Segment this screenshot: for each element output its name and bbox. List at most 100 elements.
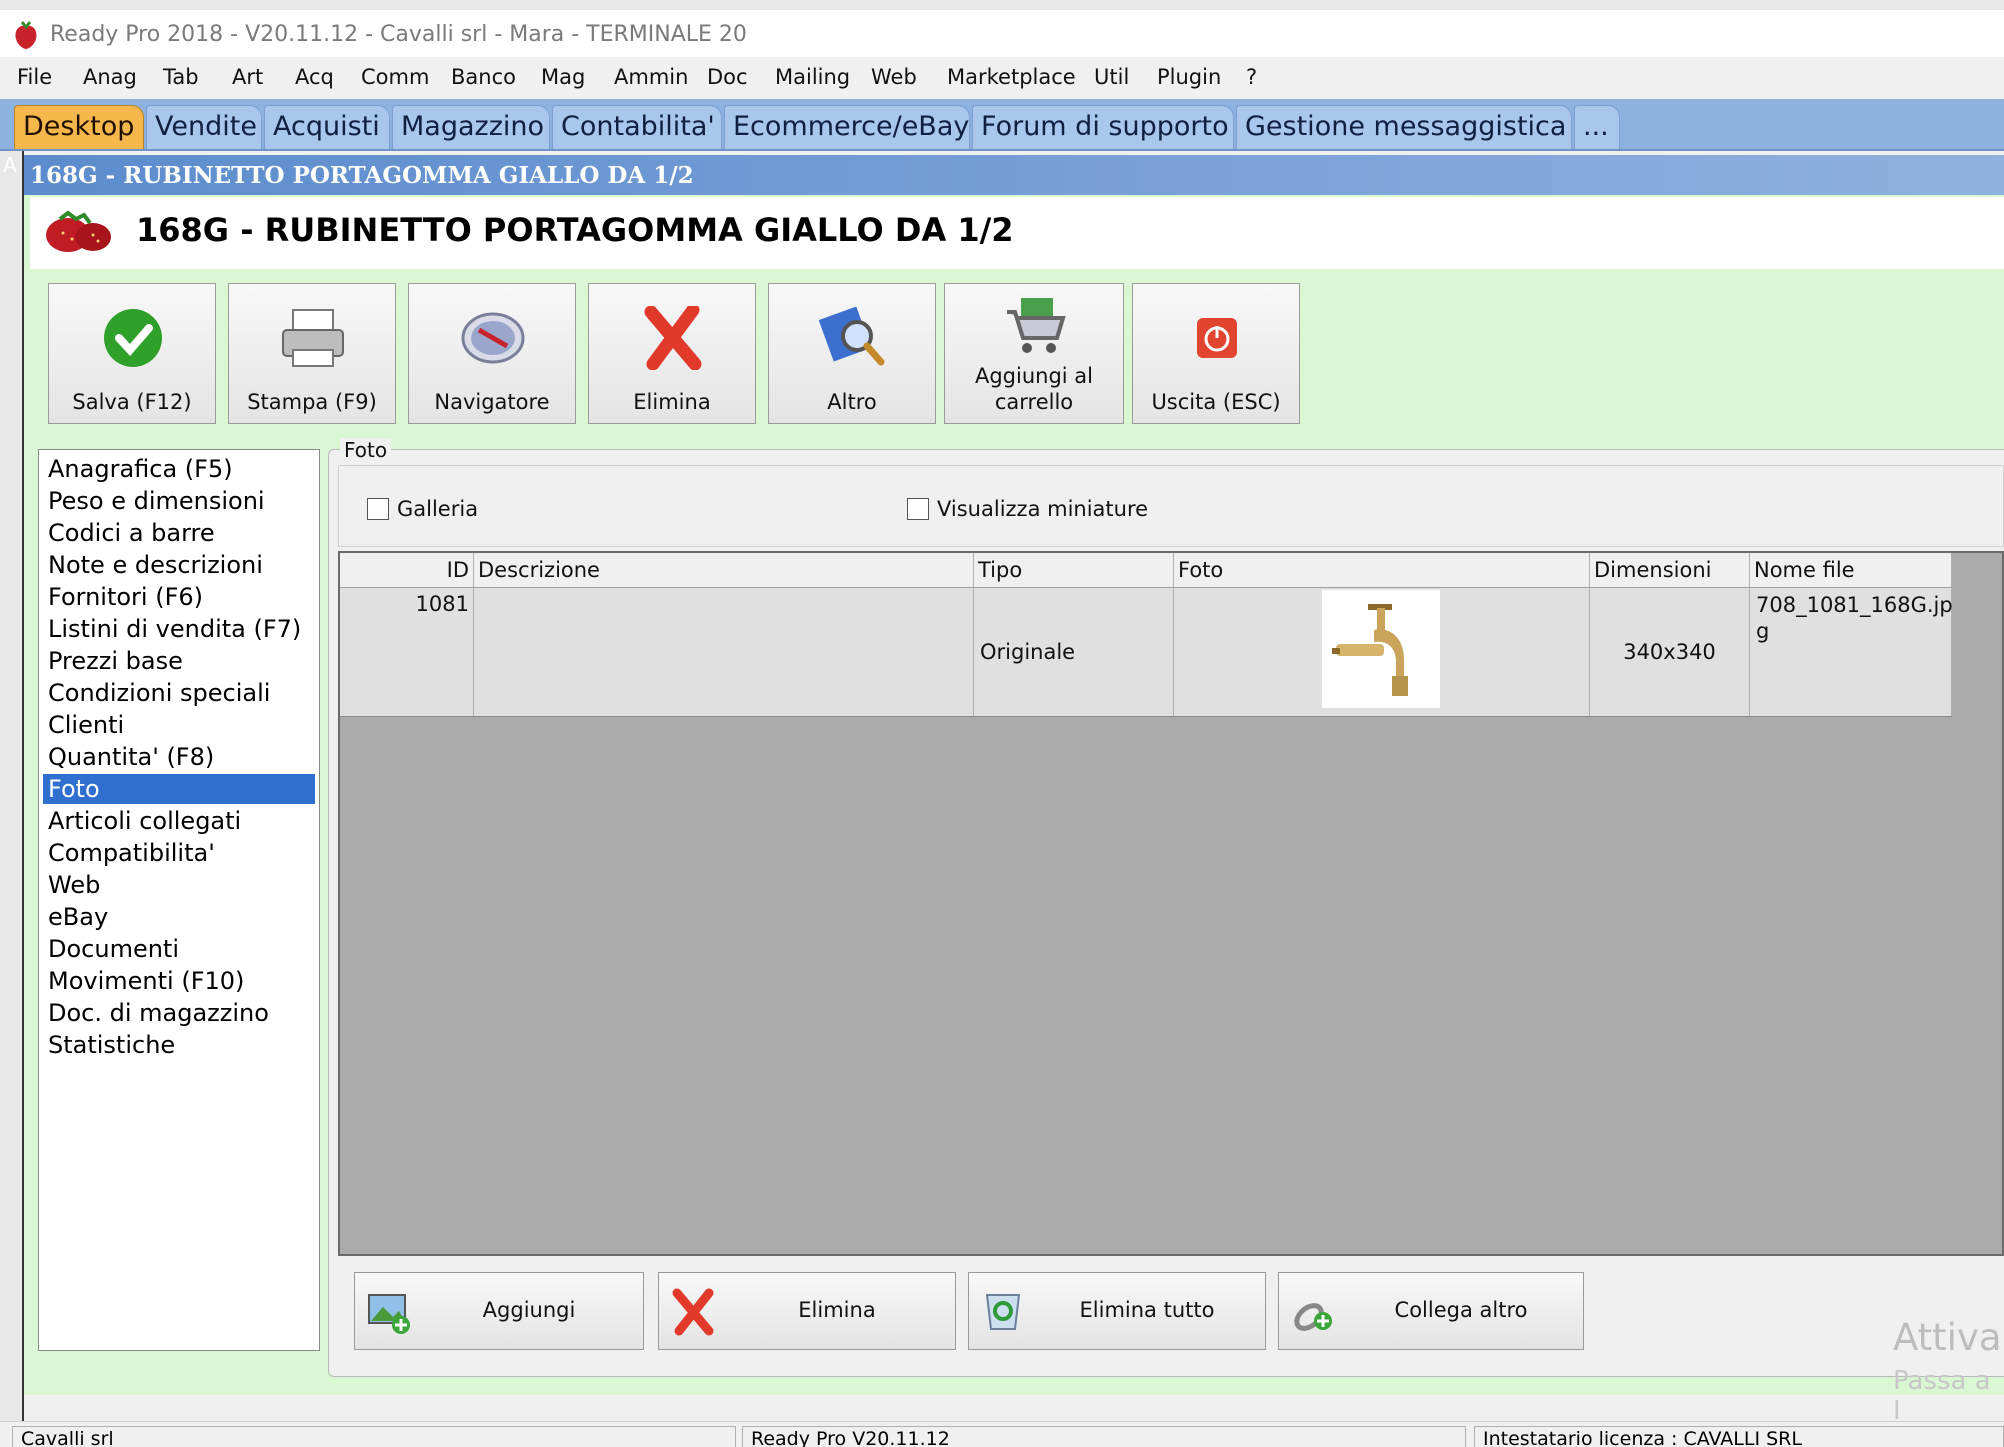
add-to-cart-button[interactable]: Aggiungi al carrello [944,283,1124,424]
menu-mag[interactable]: Mag [541,65,585,89]
add-to-cart-label-line2: carrello [994,390,1074,414]
exit-button[interactable]: Uscita (ESC) [1132,283,1300,424]
delete-all-photos-button[interactable]: Elimina tutto [968,1272,1266,1350]
status-company: Cavalli srl [12,1426,736,1447]
add-photo-button-label: Aggiungi [482,1298,576,1322]
nav-item-compatibilita[interactable]: Compatibilita' [43,838,315,868]
nav-item-doc-magazzino[interactable]: Doc. di magazzino [43,998,315,1028]
cell-descrizione[interactable] [474,588,974,716]
tab-more[interactable]: ... [1574,105,1620,149]
nav-item-documenti[interactable]: Documenti [43,934,315,964]
nav-item-statistiche[interactable]: Statistiche [43,1030,315,1060]
gallery-checkbox[interactable] [367,498,389,520]
column-header-descrizione[interactable]: Descrizione [474,553,974,587]
menu-comm[interactable]: Comm [361,65,429,89]
delete-photo-button[interactable]: Elimina [658,1272,956,1350]
menu-mailing[interactable]: Mailing [775,65,850,89]
delete-all-photos-button-label: Elimina tutto [1079,1298,1215,1322]
nav-item-prezzi-base[interactable]: Prezzi base [43,646,315,676]
menu-doc[interactable]: Doc [707,65,748,89]
app-logo-icon [15,21,37,49]
menu-acq[interactable]: Acq [295,65,334,89]
nav-item-ebay[interactable]: eBay [43,902,315,932]
column-header-id[interactable]: ID [340,553,474,587]
window-title: Ready Pro 2018 - V20.11.12 - Cavalli srl… [50,22,747,47]
tab-forum-supporto[interactable]: Forum di supporto [972,105,1234,149]
tab-contabilita[interactable]: Contabilita' [552,105,722,149]
thumbnails-checkbox-label[interactable]: Visualizza miniature [937,497,1148,521]
recycle-bin-icon [985,1294,1021,1330]
magnifier-icon [818,306,885,366]
link-other-button[interactable]: Collega altro [1278,1272,1584,1350]
add-to-cart-label-line1: Aggiungi al [974,364,1094,388]
menu-ammin[interactable]: Ammin [614,65,688,89]
status-bar: Cavalli srl Ready Pro V20.11.12 Intestat… [0,1421,2004,1447]
tab-vendite[interactable]: Vendite [146,105,262,149]
nav-item-fornitori[interactable]: Fornitori (F6) [43,582,315,612]
nav-item-web[interactable]: Web [43,870,315,900]
menu-plugin[interactable]: Plugin [1157,65,1221,89]
delete-button[interactable]: Elimina [588,283,756,424]
link-add-icon [1294,1303,1332,1331]
gallery-checkbox-label[interactable]: Galleria [397,497,478,521]
cell-tipo: Originale [974,588,1174,716]
nav-item-condizioni-speciali[interactable]: Condizioni speciali [43,678,315,708]
nav-item-quantita[interactable]: Quantita' (F8) [43,742,315,772]
cell-nome-file-line2: g [1756,619,1770,643]
nav-item-foto[interactable]: Foto [43,774,315,804]
article-header: 168G - RUBINETTO PORTAGOMMA GIALLO DA 1/… [30,197,2004,269]
activation-watermark-title: Attiva [1893,1316,2002,1359]
section-nav-list: Anagrafica (F5) Peso e dimensioni Codici… [38,449,320,1351]
nav-item-peso-dimensioni[interactable]: Peso e dimensioni [43,486,315,516]
nav-item-articoli-collegati[interactable]: Articoli collegati [43,806,315,836]
menu-banco[interactable]: Banco [451,65,516,89]
tab-magazzino[interactable]: Magazzino [392,105,550,149]
add-photo-button[interactable]: Aggiungi [354,1272,644,1350]
add-to-cart-button-label: Aggiungi al carrello [945,363,1123,415]
menu-marketplace[interactable]: Marketplace [947,65,1076,89]
nav-item-anagrafica[interactable]: Anagrafica (F5) [43,454,315,484]
cell-nome-file-line1: 708_1081_168G.jp [1756,593,1953,617]
menu-file[interactable]: File [17,65,52,89]
photo-grid-header: ID Descrizione Tipo Foto Dimensioni Nome… [340,553,1952,588]
minimized-window-label: A [3,153,17,177]
navigator-button[interactable]: Navigatore [408,283,576,424]
compass-icon [461,312,525,364]
menu-art[interactable]: Art [232,65,263,89]
foto-group-label: Foto [340,438,392,462]
column-header-tipo[interactable]: Tipo [974,553,1174,587]
shopping-cart-icon [1007,298,1066,353]
nav-item-note-descrizioni[interactable]: Note e descrizioni [43,550,315,580]
tab-desktop[interactable]: Desktop [14,105,144,149]
checkmark-icon [104,309,162,367]
cell-nome-file: 708_1081_168G.jp g [1750,588,1953,716]
menu-util[interactable]: Util [1094,65,1129,89]
menu-tab[interactable]: Tab [163,65,199,89]
child-window-titlebar[interactable]: 168G - RUBINETTO PORTAGOMMA GIALLO DA 1/… [24,155,2004,195]
photo-grid: ID Descrizione Tipo Foto Dimensioni Nome… [338,551,2004,1256]
save-button[interactable]: Salva (F12) [48,283,216,424]
foto-options-bar: Galleria Visualizza miniature [338,465,2004,547]
nav-item-codici-barre[interactable]: Codici a barre [43,518,315,548]
print-button[interactable]: Stampa (F9) [228,283,396,424]
nav-item-clienti[interactable]: Clienti [43,710,315,740]
red-x-icon [644,306,702,370]
thumbnails-checkbox[interactable] [907,498,929,520]
column-header-foto[interactable]: Foto [1174,553,1590,587]
minimized-window-strip[interactable]: A [0,151,24,1421]
tab-ecommerce-ebay[interactable]: Ecommerce/eBay [724,105,970,149]
add-image-icon [368,1294,410,1334]
column-header-dimensioni[interactable]: Dimensioni [1590,553,1750,587]
menu-web[interactable]: Web [871,65,917,89]
menu-anag[interactable]: Anag [83,65,137,89]
link-other-button-label: Collega altro [1394,1298,1528,1322]
nav-item-movimenti[interactable]: Movimenti (F10) [43,966,315,996]
article-title: 168G - RUBINETTO PORTAGOMMA GIALLO DA 1/… [136,211,1014,249]
other-button[interactable]: Altro [768,283,936,424]
tab-gestione-messaggistica[interactable]: Gestione messaggistica [1236,105,1572,149]
tab-acquisti[interactable]: Acquisti [264,105,390,149]
column-header-nome-file[interactable]: Nome file [1750,553,1952,587]
table-row[interactable]: 1081 Originale 340x340 708_1081_168G.jp … [340,588,1953,717]
nav-item-listini-vendita[interactable]: Listini di vendita (F7) [43,614,315,644]
menu-help[interactable]: ? [1246,65,1257,89]
